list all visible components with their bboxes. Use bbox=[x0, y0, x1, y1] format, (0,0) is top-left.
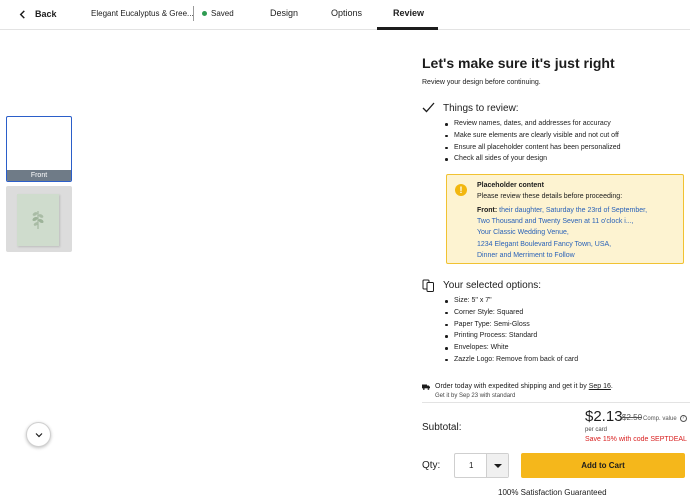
notice-subtitle: Please review these details before proce… bbox=[477, 193, 623, 200]
saved-dot-icon bbox=[202, 11, 207, 16]
top-bar: Back Elegant Eucalyptus & Gree... Saved … bbox=[0, 0, 690, 30]
satisfaction-guarantee: 100% Satisfaction Guaranteed bbox=[498, 488, 607, 497]
section-divider bbox=[422, 402, 690, 403]
tab-options[interactable]: Options bbox=[331, 8, 362, 18]
quantity-select[interactable]: 1 bbox=[454, 453, 509, 478]
list-item: Paper Type: Semi-Gloss bbox=[444, 319, 578, 331]
thumbnail-back[interactable] bbox=[6, 186, 72, 252]
list-item: Check all sides of your design bbox=[444, 153, 621, 165]
shipping-text-end: . bbox=[610, 383, 613, 390]
truck-icon bbox=[422, 384, 430, 390]
placeholder-link[interactable]: their daughter, Saturday the 23rd of Sep… bbox=[499, 207, 647, 214]
price: $2.13 bbox=[585, 408, 623, 425]
tab-review[interactable]: Review bbox=[393, 8, 424, 18]
old-price: $2.50 bbox=[622, 413, 643, 422]
list-item: Printing Process: Standard bbox=[444, 330, 578, 342]
placeholder-notice: ! Placeholder content Please review thes… bbox=[446, 174, 684, 264]
thumbnail-front-label: Front bbox=[7, 170, 71, 181]
promo-text: Save 15% with code SEPTDEAL bbox=[585, 436, 687, 443]
active-tab-indicator bbox=[377, 27, 438, 30]
per-card-label: per card bbox=[585, 427, 608, 433]
notice-details: Front: their daughter, Saturday the 23rd… bbox=[477, 205, 647, 261]
scroll-down-button[interactable] bbox=[26, 422, 51, 447]
list-item: Review names, dates, and addresses for a… bbox=[444, 118, 621, 130]
qty-label: Qty: bbox=[422, 460, 441, 471]
chevron-left-icon bbox=[19, 9, 25, 19]
saved-status: Saved bbox=[202, 9, 234, 18]
divider bbox=[193, 6, 194, 21]
comp-value-label: Comp. value bbox=[643, 415, 677, 422]
list-item: Ensure all placeholder content has been … bbox=[444, 142, 621, 154]
list-item: Make sure elements are clearly visible a… bbox=[444, 130, 621, 142]
comp-value: Comp. value ? bbox=[643, 415, 687, 422]
saved-label: Saved bbox=[211, 9, 234, 18]
placeholder-link[interactable]: Two Thousand and Twenty Seven at 11 o'cl… bbox=[477, 218, 634, 225]
chevron-down-icon bbox=[35, 432, 42, 437]
question-icon[interactable]: ? bbox=[679, 415, 687, 422]
things-to-review-list: Review names, dates, and addresses for a… bbox=[444, 118, 621, 165]
list-item: Size: 5" x 7" bbox=[444, 295, 578, 307]
card-preview bbox=[17, 194, 59, 246]
back-label: Back bbox=[35, 9, 57, 19]
shipping-text: Order today with expedited shipping and … bbox=[435, 383, 589, 390]
subtotal-label: Subtotal: bbox=[422, 422, 462, 433]
front-label: Front: bbox=[477, 207, 498, 214]
placeholder-link[interactable]: Dinner and Merriment to Follow bbox=[477, 252, 575, 259]
eucalyptus-icon bbox=[32, 211, 44, 229]
page-subtitle: Review your design before continuing. bbox=[422, 79, 541, 86]
info-icon: ! bbox=[455, 184, 467, 196]
back-button[interactable]: Back bbox=[18, 6, 57, 22]
check-icon bbox=[422, 102, 435, 113]
tab-design[interactable]: Design bbox=[270, 8, 298, 18]
shipping-line-2: Get it by Sep 23 with standard bbox=[435, 393, 516, 399]
thumbnail-front[interactable]: Front bbox=[6, 116, 72, 182]
shipping-line-1: Order today with expedited shipping and … bbox=[435, 383, 613, 390]
notice-title: Placeholder content bbox=[477, 182, 544, 189]
list-item: Zazzle Logo: Remove from back of card bbox=[444, 354, 578, 366]
expedited-date[interactable]: Sep 16 bbox=[589, 383, 611, 390]
placeholder-link[interactable]: 1234 Elegant Boulevard Fancy Town, USA, bbox=[477, 241, 611, 248]
quantity-dropdown-button[interactable] bbox=[486, 454, 508, 477]
placeholder-link[interactable]: Your Classic Wedding Venue, bbox=[477, 229, 569, 236]
list-item: Corner Style: Squared bbox=[444, 307, 578, 319]
page-title: Let's make sure it's just right bbox=[422, 55, 615, 71]
list-item: Envelopes: White bbox=[444, 342, 578, 354]
things-to-review-title: Things to review: bbox=[443, 103, 519, 114]
cards-icon bbox=[422, 279, 434, 292]
add-to-cart-button[interactable]: Add to Cart bbox=[521, 453, 685, 478]
caret-down-icon bbox=[493, 463, 502, 468]
document-name[interactable]: Elegant Eucalyptus & Gree... bbox=[91, 9, 194, 18]
quantity-value: 1 bbox=[469, 461, 474, 470]
selected-options-title: Your selected options: bbox=[443, 280, 542, 291]
selected-options-list: Size: 5" x 7" Corner Style: Squared Pape… bbox=[444, 295, 578, 366]
